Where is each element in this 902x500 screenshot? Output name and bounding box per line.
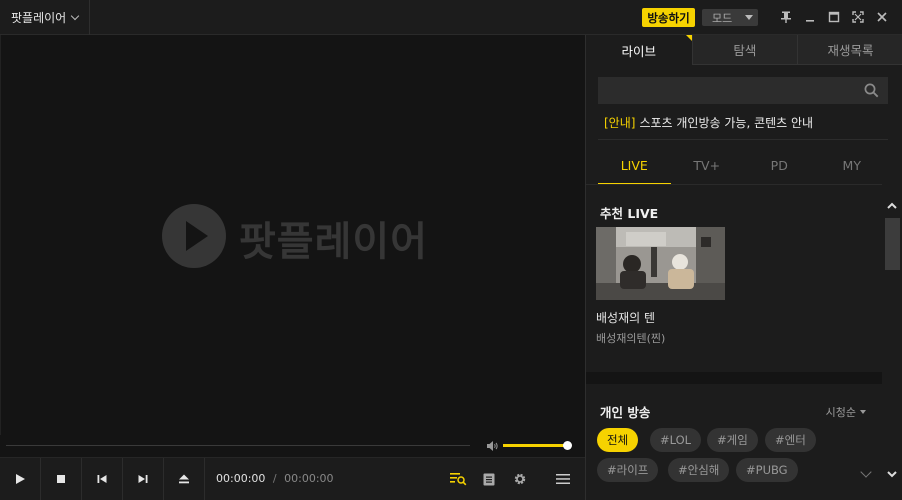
title-bar: 팟플레이어 방송하기 모드 — [0, 0, 902, 35]
play-button[interactable] — [0, 458, 41, 500]
mode-select[interactable]: 모드 — [702, 9, 758, 26]
seek-bar[interactable] — [6, 445, 470, 446]
scroll-down-icon[interactable] — [886, 468, 898, 480]
volume-slider[interactable] — [503, 441, 572, 450]
seek-row — [0, 435, 585, 457]
time-separator: / — [272, 472, 277, 485]
fullscreen-button[interactable] — [850, 9, 866, 25]
next-icon — [138, 475, 148, 483]
chip-all[interactable]: 전체 — [597, 428, 639, 452]
stop-button[interactable] — [41, 458, 82, 500]
next-button[interactable] — [123, 458, 164, 500]
app-menu-label: 팟플레이어 — [11, 11, 67, 25]
chip-life[interactable]: #라이프 — [597, 458, 659, 482]
eject-icon — [179, 474, 189, 484]
minimize-button[interactable] — [802, 9, 818, 25]
maximize-icon — [828, 11, 840, 23]
notice-link[interactable]: [안내] 스포츠 개인방송 가능, 콘텐츠 안내 — [604, 114, 813, 131]
control-bar: 00:00:00 / 00:00:00 — [0, 457, 585, 500]
recommended-item-bj[interactable]: 배성재의텐(찐) — [596, 330, 665, 346]
playlist-search-icon — [450, 473, 467, 486]
scrollbar[interactable] — [882, 184, 902, 500]
chip-game[interactable]: #게임 — [707, 428, 758, 452]
main-menu-button[interactable] — [552, 468, 574, 490]
time-display: 00:00:00 / 00:00:00 — [216, 472, 334, 485]
personal-broadcast-card: 개인 방송 시청순 전체 #LOL #게임 #엔터 #라이프 #안심해 #PUB… — [586, 384, 882, 500]
menu-icon — [556, 474, 570, 484]
tab-live[interactable]: 라이브 — [586, 35, 692, 65]
chip-relax[interactable]: #안심해 — [668, 458, 730, 482]
divider — [598, 139, 888, 140]
previous-icon — [97, 475, 107, 483]
chip-pubg[interactable]: #PUBG — [736, 458, 798, 482]
recommended-item-title[interactable]: 배성재의 텐 — [596, 309, 655, 326]
scroll-up-icon[interactable] — [886, 200, 898, 212]
live-subtabs: LIVE TV+ PD MY — [598, 147, 889, 185]
volume-icon[interactable] — [486, 440, 498, 452]
chip-lol[interactable]: #LOL — [650, 428, 702, 452]
recommended-thumbnail[interactable] — [596, 227, 725, 300]
mode-label: 모드 — [712, 11, 733, 25]
recommended-card: 추천 LIVE 배성재의 텐 배성재의텐(찐) — [586, 184, 882, 372]
eject-button[interactable] — [164, 458, 205, 500]
volume-handle[interactable] — [562, 441, 572, 450]
logo-play-icon — [162, 204, 226, 268]
search-input[interactable] — [598, 77, 888, 104]
sort-dropdown[interactable]: 시청순 — [826, 404, 866, 420]
info-icon — [483, 473, 495, 485]
previous-button[interactable] — [82, 458, 123, 500]
subtab-live[interactable]: LIVE — [598, 147, 671, 185]
personal-title: 개인 방송 — [600, 405, 651, 420]
subtab-tvplus[interactable]: TV+ — [671, 147, 744, 184]
recommended-title: 추천 LIVE — [600, 206, 659, 221]
video-area[interactable]: 팟플레이어 — [0, 35, 585, 435]
playlist-search-button[interactable] — [447, 468, 469, 490]
side-panel: 라이브 탐색 재생목록 [안내] 스포츠 개인방송 가능, 콘텐츠 안내 LIVE… — [585, 35, 902, 500]
app-menu-button[interactable]: 팟플레이어 — [0, 0, 90, 35]
dropdown-arrow-icon — [745, 15, 753, 20]
chip-entertainment[interactable]: #엔터 — [765, 428, 816, 452]
expand-chips-icon[interactable] — [860, 466, 872, 478]
scrollbar-thumb[interactable] — [885, 218, 900, 270]
gear-icon — [514, 473, 526, 485]
current-time: 00:00:00 — [216, 472, 266, 485]
panel-tabs: 라이브 탐색 재생목록 — [586, 35, 902, 65]
close-icon — [877, 12, 887, 22]
sort-label: 시청순 — [825, 406, 856, 419]
fullscreen-icon — [852, 11, 864, 23]
tab-explore[interactable]: 탐색 — [691, 35, 798, 65]
minimize-icon — [806, 20, 814, 22]
pin-button[interactable] — [778, 9, 794, 25]
maximize-button[interactable] — [826, 9, 842, 25]
thumbnail-image — [596, 227, 725, 300]
broadcast-list: 추천 LIVE 배성재의 텐 배성재의텐(찐) 개인 방송 시청순 전체 #LO… — [586, 184, 882, 500]
total-time: 00:00:00 — [284, 472, 334, 485]
volume-fill — [503, 444, 567, 447]
tab-playlist[interactable]: 재생목록 — [797, 35, 902, 65]
stop-icon — [57, 475, 65, 483]
notice-text: 스포츠 개인방송 가능, 콘텐츠 안내 — [639, 116, 814, 130]
broadcast-button[interactable]: 방송하기 — [642, 8, 695, 27]
info-button[interactable] — [478, 468, 500, 490]
search-icon[interactable] — [864, 83, 879, 98]
potplayer-window: 팟플레이어 방송하기 모드 팟플레이어 00:00:00 / 00:00:00 … — [0, 0, 902, 500]
subtab-my[interactable]: MY — [816, 147, 889, 184]
chevron-down-icon — [860, 410, 866, 414]
subtab-pd[interactable]: PD — [743, 147, 816, 184]
chevron-down-icon — [70, 11, 80, 20]
close-button[interactable] — [874, 9, 890, 25]
settings-button[interactable] — [509, 468, 531, 490]
play-icon — [16, 474, 25, 484]
pin-icon — [781, 11, 791, 23]
logo-text: 팟플레이어 — [239, 219, 428, 265]
notice-tag: [안내] — [604, 116, 636, 130]
